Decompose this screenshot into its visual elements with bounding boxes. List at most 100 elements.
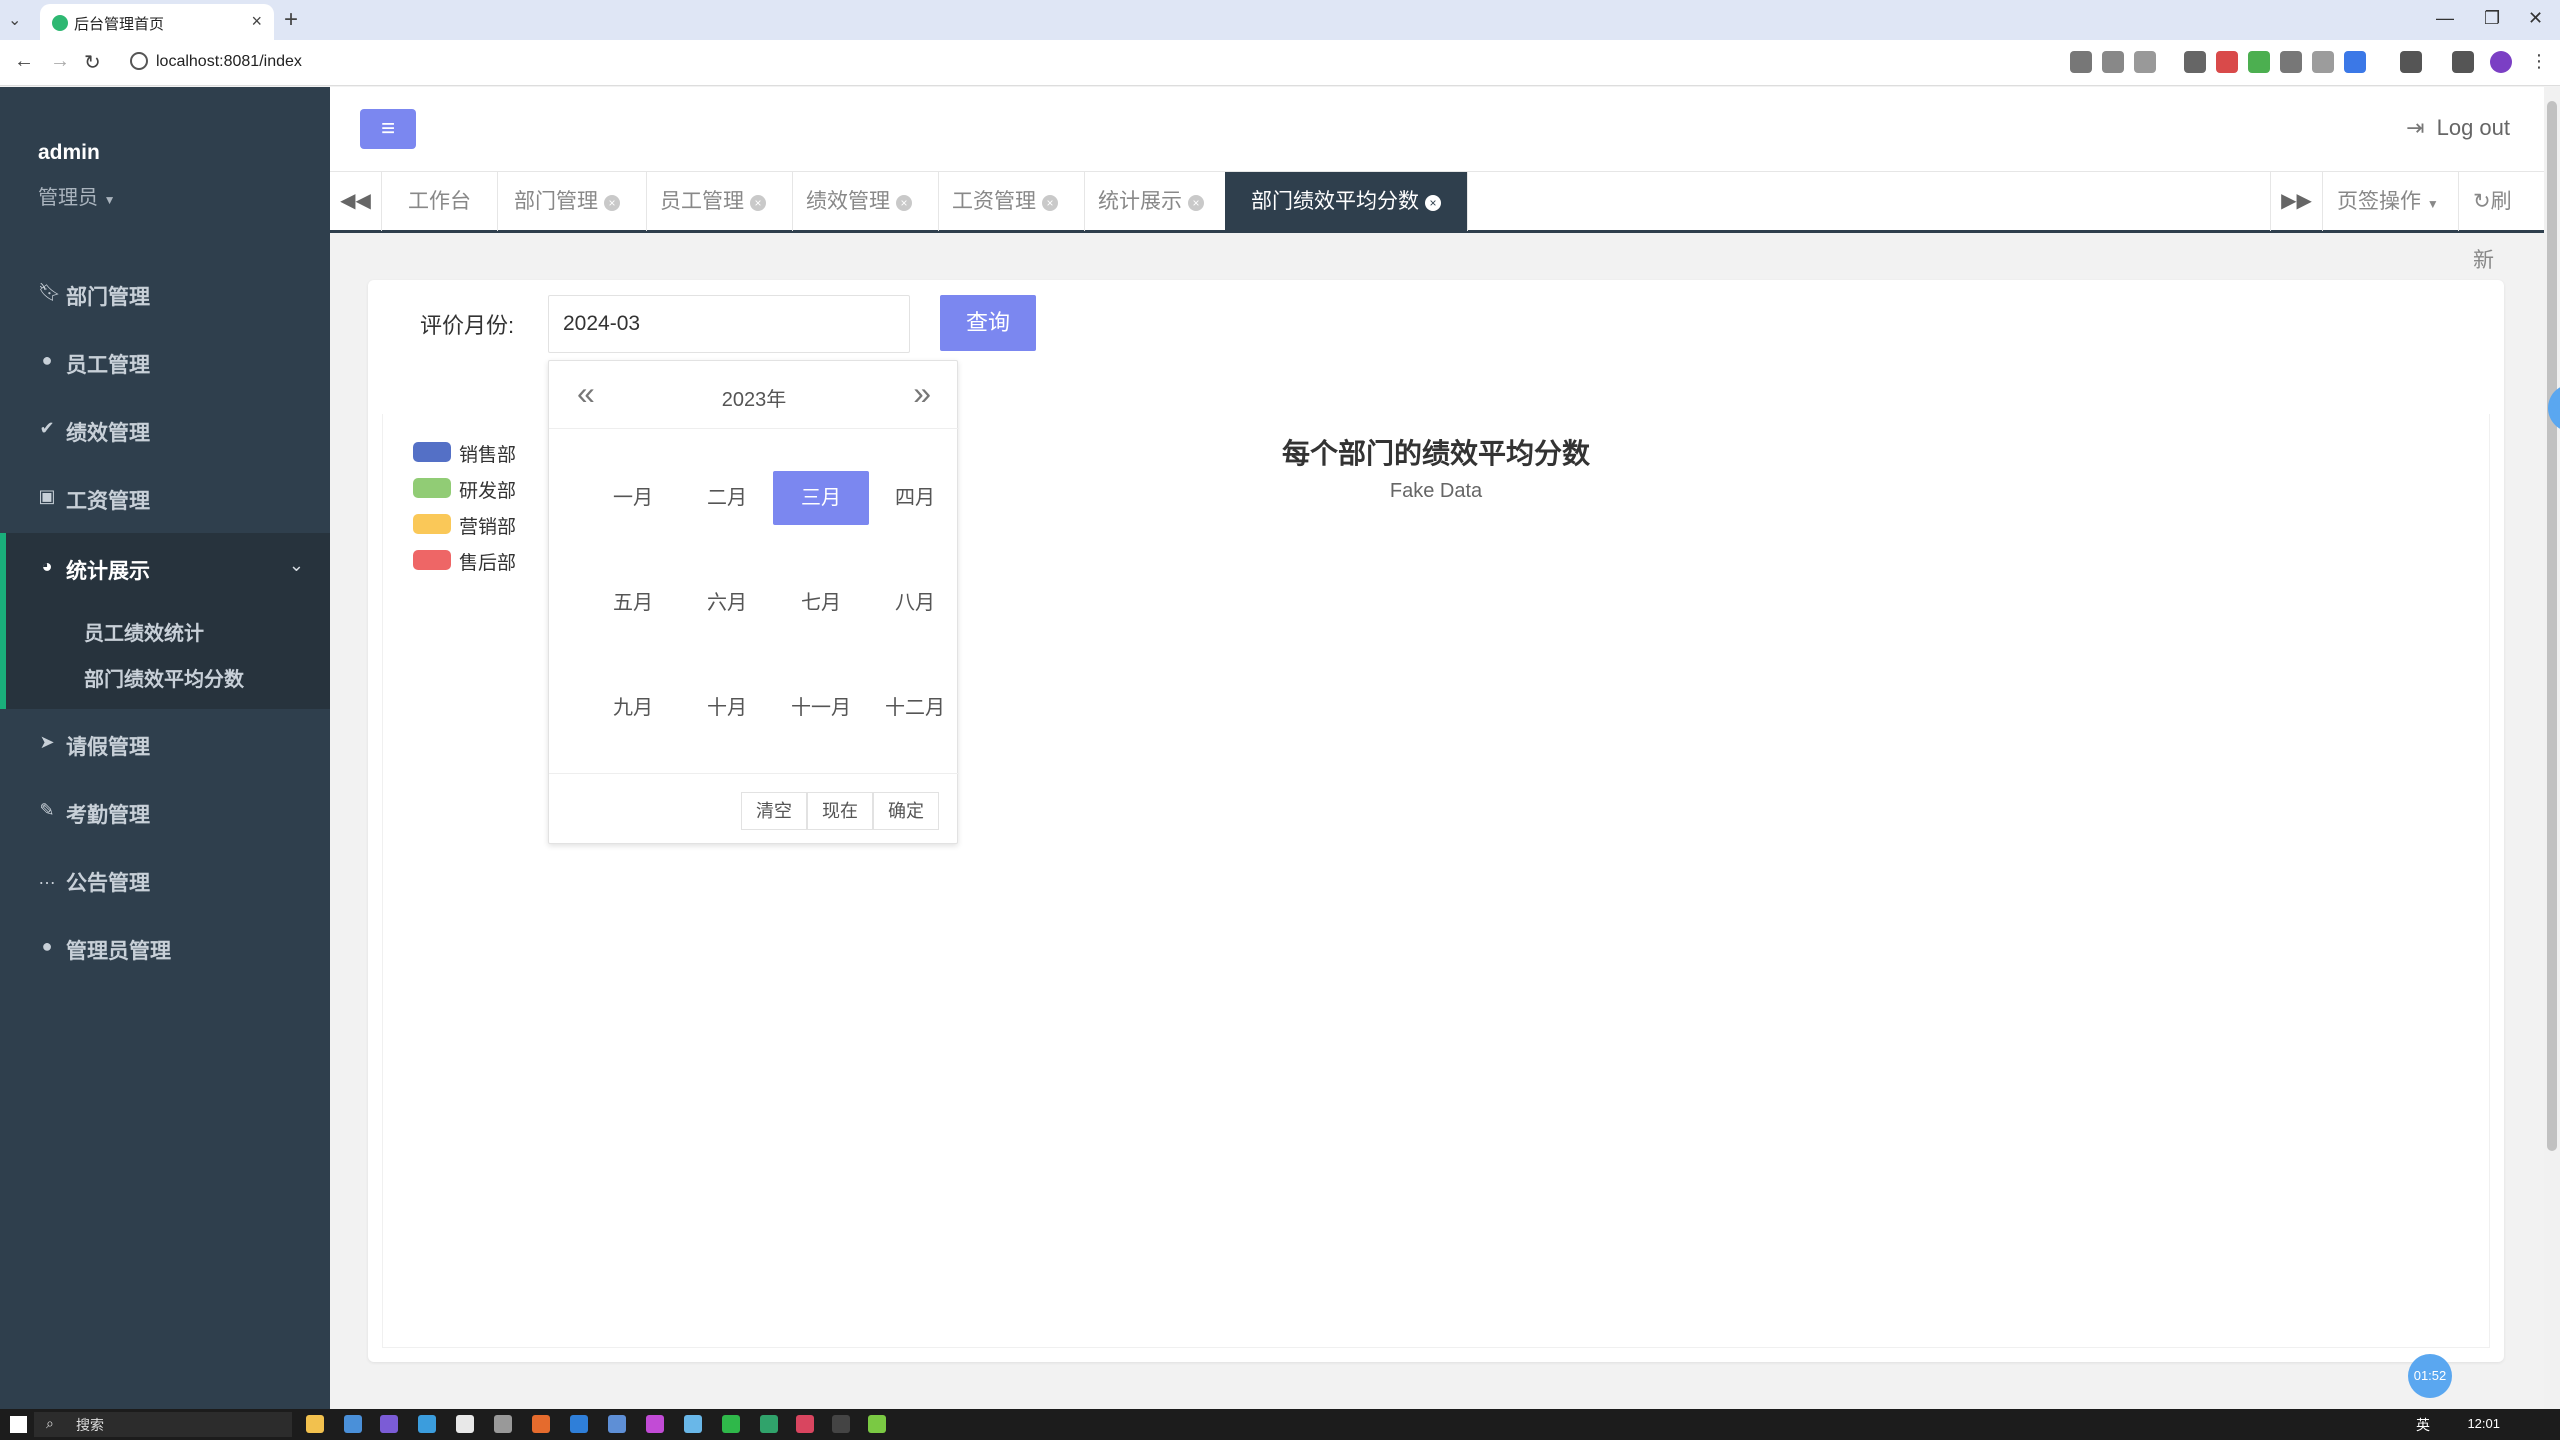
page-tab-statistics[interactable]: 统计展示 ×: [1072, 172, 1231, 231]
close-tab-icon[interactable]: ×: [750, 195, 766, 211]
month-option[interactable]: 九月: [585, 681, 681, 735]
floating-timer-badge[interactable]: 01:52: [2408, 1354, 2452, 1398]
clock[interactable]: 12:01: [2467, 1416, 2500, 1431]
close-tab-icon[interactable]: ×: [896, 195, 912, 211]
taskbar-app-icon[interactable]: [684, 1415, 702, 1433]
sidebar-item-notice[interactable]: … 公告管理: [0, 845, 330, 913]
user-role-dropdown[interactable]: 管理员 ▼: [38, 181, 115, 210]
windows-start-icon[interactable]: [10, 1416, 27, 1433]
month-option[interactable]: 二月: [679, 471, 775, 525]
side-panel-icon[interactable]: [2452, 51, 2474, 73]
browser-tab[interactable]: 后台管理首页 ×: [40, 4, 274, 40]
month-option[interactable]: 八月: [867, 576, 963, 630]
restore-icon[interactable]: ❐: [2484, 8, 2500, 29]
sidebar-item-dept[interactable]: 🔖︎ 部门管理: [0, 259, 330, 327]
settings-icon[interactable]: [494, 1415, 512, 1433]
ime-indicator[interactable]: 英: [2416, 1415, 2430, 1435]
sidebar-item-admin[interactable]: ● 管理员管理: [0, 913, 330, 981]
page-tab-performance[interactable]: 绩效管理 ×: [780, 172, 939, 231]
query-button[interactable]: 查询: [940, 295, 1036, 351]
close-tab-icon[interactable]: ×: [1188, 195, 1204, 211]
profile-avatar[interactable]: [2490, 51, 2512, 73]
taskbar-app-icon[interactable]: [646, 1415, 664, 1433]
intellij-icon[interactable]: [796, 1415, 814, 1433]
minimize-icon[interactable]: —: [2436, 8, 2454, 29]
page-tab-workbench[interactable]: 工作台: [382, 172, 498, 231]
file-explorer-icon[interactable]: [306, 1415, 324, 1433]
forward-icon[interactable]: →: [50, 50, 70, 73]
logout-button[interactable]: ⇥ Log out: [2406, 115, 2510, 141]
month-input[interactable]: 2024-03: [548, 295, 910, 353]
notepad-icon[interactable]: [868, 1415, 886, 1433]
submenu-item-employee-stats[interactable]: 员工绩效统计: [84, 617, 204, 646]
tabs-scroll-right-icon[interactable]: ▶▶: [2270, 172, 2322, 231]
window-close-icon[interactable]: ✕: [2528, 8, 2543, 29]
sidebar-item-salary[interactable]: ▣ 工资管理: [0, 463, 330, 531]
month-option[interactable]: 七月: [773, 576, 869, 630]
taskbar-app-icon[interactable]: [760, 1415, 778, 1433]
tab-search-icon[interactable]: ⌄: [8, 10, 28, 30]
month-option[interactable]: 一月: [585, 471, 681, 525]
puzzle-icon[interactable]: [2400, 51, 2422, 73]
sidebar-item-label: 统计展示: [66, 560, 150, 583]
url-text[interactable]: localhost:8081/index: [156, 53, 302, 71]
month-option[interactable]: 十月: [679, 681, 775, 735]
close-tab-icon[interactable]: ×: [1425, 195, 1441, 211]
new-tab-icon[interactable]: +: [284, 6, 298, 34]
page-tab-dept[interactable]: 部门管理 ×: [488, 172, 647, 231]
month-option[interactable]: 五月: [585, 576, 681, 630]
terminal-icon[interactable]: [832, 1415, 850, 1433]
month-option[interactable]: 十二月: [867, 681, 963, 735]
wechat-icon[interactable]: [722, 1415, 740, 1433]
sidebar-item-employee[interactable]: ● 员工管理: [0, 327, 330, 395]
now-button[interactable]: 现在: [807, 792, 873, 830]
firefox-icon[interactable]: [532, 1415, 550, 1433]
sidebar-item-attendance[interactable]: ✎ 考勤管理: [0, 777, 330, 845]
tab-operations-dropdown[interactable]: 页签操作 ▼: [2322, 172, 2453, 231]
screenshot-icon[interactable]: [2184, 51, 2206, 73]
back-icon[interactable]: ←: [14, 50, 34, 73]
filter-extension-icon[interactable]: [2312, 51, 2334, 73]
taskbar-app-icon[interactable]: [380, 1415, 398, 1433]
page-tab-employee[interactable]: 员工管理 ×: [634, 172, 793, 231]
submenu-item-dept-avg[interactable]: 部门绩效平均分数: [84, 663, 244, 692]
translate-icon[interactable]: [2344, 51, 2366, 73]
taskbar-app-icon[interactable]: [608, 1415, 626, 1433]
taskbar-search[interactable]: ⌕ 搜索: [34, 1412, 292, 1437]
sidebar-item-statistics[interactable]: ◕ 统计展示 ⌄: [0, 533, 330, 601]
close-icon[interactable]: ×: [251, 11, 262, 32]
clear-button[interactable]: 清空: [741, 792, 807, 830]
next-year-icon[interactable]: »: [913, 375, 931, 411]
month-option[interactable]: 六月: [679, 576, 775, 630]
chrome-icon[interactable]: [456, 1415, 474, 1433]
sidebar-item-leave[interactable]: ➤ 请假管理: [0, 709, 330, 777]
bookmark-star-icon[interactable]: [2134, 51, 2156, 73]
taskbar-app-icon[interactable]: [570, 1415, 588, 1433]
address-bar[interactable]: localhost:8081/index: [124, 46, 2304, 80]
close-tab-icon[interactable]: ×: [1042, 195, 1058, 211]
month-option[interactable]: 四月: [867, 471, 963, 525]
reload-icon[interactable]: ↻: [84, 50, 101, 75]
password-key-icon[interactable]: [2070, 51, 2092, 73]
sidebar-item-performance[interactable]: ✔ 绩效管理: [0, 395, 330, 463]
extension-icon[interactable]: [2248, 51, 2270, 73]
month-option-selected[interactable]: 三月: [773, 471, 869, 525]
confirm-button[interactable]: 确定: [873, 792, 939, 830]
page-tab-salary[interactable]: 工资管理 ×: [926, 172, 1085, 231]
taskbar-app-icon[interactable]: [344, 1415, 362, 1433]
picker-year[interactable]: 2023年: [549, 383, 959, 412]
page-scrollbar[interactable]: [2544, 87, 2560, 1409]
scrollbar-thumb[interactable]: [2547, 101, 2557, 1151]
shield-extension-icon[interactable]: [2216, 51, 2238, 73]
month-option[interactable]: 十一月: [773, 681, 869, 735]
more-menu-icon[interactable]: ⋮: [2530, 51, 2552, 73]
site-info-icon[interactable]: [130, 52, 148, 70]
close-tab-icon[interactable]: ×: [604, 195, 620, 211]
taskbar-app-icon[interactable]: [418, 1415, 436, 1433]
zoom-icon[interactable]: [2102, 51, 2124, 73]
menu-toggle-button[interactable]: ≡: [360, 109, 416, 149]
copy-extension-icon[interactable]: [2280, 51, 2302, 73]
tabs-scroll-left-icon[interactable]: ◀◀: [330, 172, 382, 231]
refresh-button[interactable]: ↻刷新: [2458, 172, 2544, 272]
page-tab-dept-avg[interactable]: 部门绩效平均分数 ×: [1225, 172, 1468, 231]
